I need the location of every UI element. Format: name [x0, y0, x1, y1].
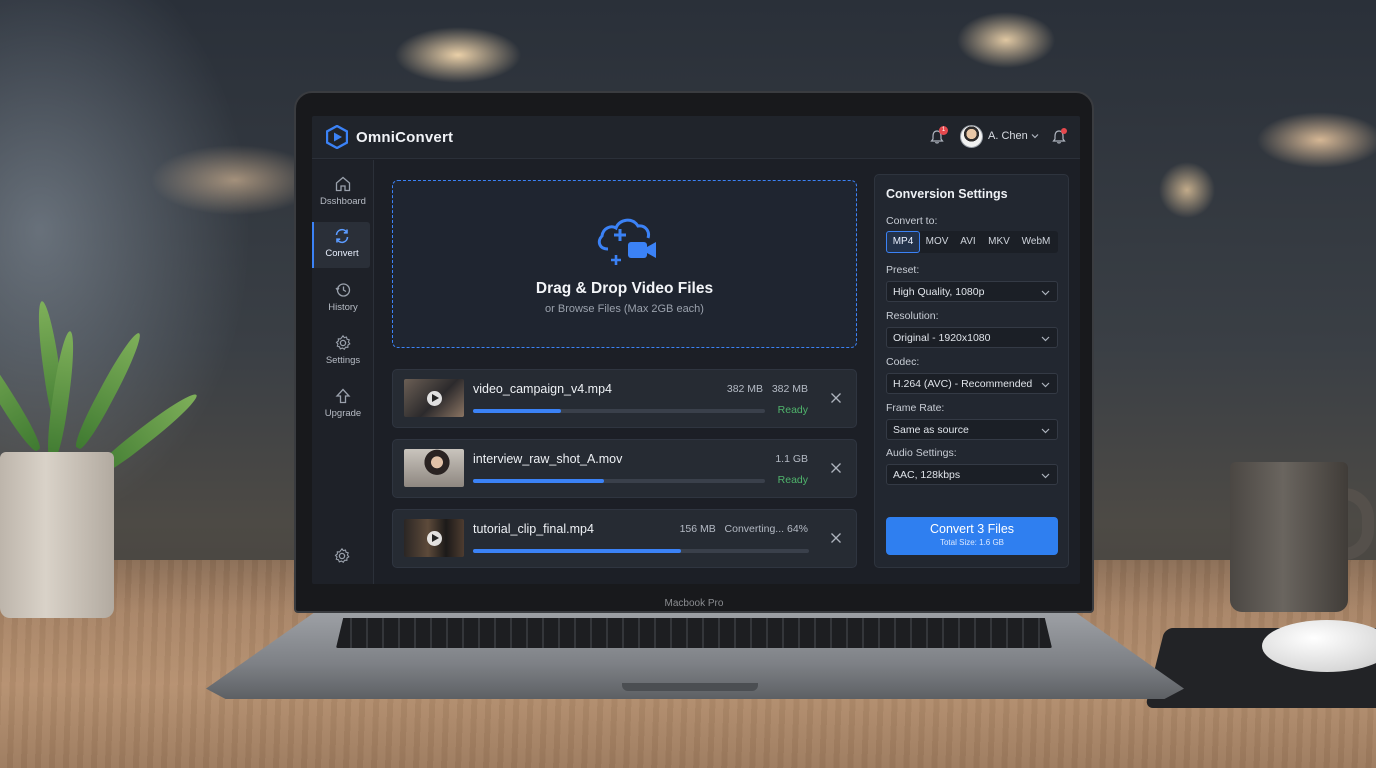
video-thumbnail — [404, 519, 464, 557]
chevron-down-icon[interactable] — [1031, 132, 1039, 140]
file-row: interview_raw_shot_A.mov 1.1 GB Ready — [392, 439, 857, 498]
frame-rate-select[interactable]: Same as source — [886, 419, 1058, 440]
home-icon — [335, 176, 351, 192]
convert-button-label: Convert 3 Files — [929, 522, 1015, 536]
laptop-keyboard — [336, 618, 1052, 648]
file-size: 382 MB 382 MB — [726, 383, 808, 395]
dropzone-title: Drag & Drop Video Files — [535, 280, 714, 297]
format-option-mp4[interactable]: MP4 — [886, 231, 920, 253]
format-option-mov[interactable]: MOV — [922, 231, 952, 253]
sidebar-item-dashboard[interactable]: Dsshboard — [312, 170, 374, 216]
progress-bar — [473, 409, 765, 413]
chevron-down-icon — [1041, 336, 1050, 342]
audio-select[interactable]: AAC, 128kbps — [886, 464, 1058, 485]
format-option-webm[interactable]: WebM — [1017, 231, 1055, 253]
video-thumbnail — [404, 379, 464, 417]
settings-gear-icon[interactable] — [333, 547, 351, 565]
file-size-and-status: 156 MB Converting... 64% — [679, 523, 808, 535]
codec-label: Codec: — [886, 356, 920, 368]
audio-settings-label: Audio Settings: — [886, 447, 957, 459]
sidebar-item-label: History — [328, 302, 358, 313]
convert-to-label: Convert to: — [886, 215, 938, 227]
plant-pot — [0, 452, 114, 618]
arrow-up-icon — [335, 388, 351, 404]
sidebar-item-upgrade[interactable]: Upgrade — [312, 382, 374, 428]
progress-bar — [473, 479, 765, 483]
file-name: tutorial_clip_final.mp4 — [473, 522, 594, 536]
history-icon — [335, 283, 351, 297]
sidebar-item-label: Dsshboard — [320, 196, 366, 207]
refresh-icon — [335, 228, 349, 244]
gear-icon — [335, 334, 351, 350]
preset-value: High Quality, 1080p — [893, 286, 985, 298]
device-label: Macbook Pro — [664, 598, 724, 609]
logo-icon — [326, 125, 348, 149]
file-row: video_campaign_v4.mp4 382 MB 382 MB Read… — [392, 369, 857, 428]
total-size-label: Total Size: 1.6 GB — [939, 538, 1005, 547]
notification-badge: 1 — [939, 126, 948, 135]
coffee-mug — [1230, 462, 1348, 612]
close-icon[interactable] — [830, 532, 842, 544]
convert-files-button[interactable]: Convert 3 Files Total Size: 1.6 GB — [886, 517, 1058, 555]
chevron-down-icon — [1041, 382, 1050, 388]
laptop-notch — [622, 683, 758, 691]
preset-select[interactable]: High Quality, 1080p — [886, 281, 1058, 302]
app-window: OmniConvert 1 A. Chen Dsshboard Convert … — [312, 116, 1080, 584]
video-thumbnail — [404, 449, 464, 487]
progress-bar — [473, 549, 809, 553]
file-size: 1.1 GB — [775, 453, 808, 465]
audio-value: AAC, 128kbps — [893, 469, 961, 481]
file-dropzone[interactable]: Drag & Drop Video Files or Browse Files … — [392, 180, 857, 348]
format-option-mkv[interactable]: MKV — [984, 231, 1014, 253]
frame-rate-label: Frame Rate: — [886, 402, 945, 414]
app-title: OmniConvert — [356, 129, 454, 146]
file-name: video_campaign_v4.mp4 — [473, 382, 612, 396]
sidebar-item-label: Settings — [325, 355, 361, 366]
chevron-down-icon — [1041, 428, 1050, 434]
close-icon[interactable] — [830, 462, 842, 474]
avatar[interactable] — [960, 125, 983, 148]
browse-files-link[interactable]: or Browse Files (Max 2GB each) — [393, 303, 856, 315]
sidebar: Dsshboard Convert History Settings Upgra… — [312, 160, 374, 584]
codec-select[interactable]: H.264 (AVC) - Recommended — [886, 373, 1058, 394]
top-bar: OmniConvert 1 A. Chen — [312, 116, 1080, 159]
panel-title: Conversion Settings — [886, 187, 1008, 201]
resolution-value: Original - 1920x1080 — [893, 332, 991, 344]
user-name[interactable]: A. Chen — [988, 130, 1028, 142]
resolution-select[interactable]: Original - 1920x1080 — [886, 327, 1058, 348]
frame-rate-value: Same as source — [893, 424, 969, 436]
sidebar-item-convert[interactable]: Convert — [312, 222, 370, 268]
sidebar-item-label: Convert — [325, 248, 359, 259]
sidebar-item-label: Upgrade — [324, 408, 362, 419]
cloud-video-upload-icon — [597, 218, 656, 265]
resolution-label: Resolution: — [886, 310, 939, 322]
file-row: tutorial_clip_final.mp4 156 MB Convertin… — [392, 509, 857, 568]
file-status: Ready — [777, 404, 808, 416]
chevron-down-icon — [1041, 473, 1050, 479]
chevron-down-icon — [1041, 290, 1050, 296]
close-icon[interactable] — [830, 392, 842, 404]
file-name: interview_raw_shot_A.mov — [473, 452, 623, 466]
sidebar-item-history[interactable]: History — [312, 276, 374, 322]
format-option-avi[interactable]: AVI — [954, 231, 982, 253]
conversion-settings-panel: Conversion Settings Convert to: MP4 MOV … — [874, 174, 1069, 568]
play-icon[interactable] — [427, 531, 442, 546]
file-status: Ready — [777, 474, 808, 486]
preset-label: Preset: — [886, 264, 920, 276]
format-selector: MP4 MOV AVI MKV WebM — [886, 231, 1058, 253]
codec-value: H.264 (AVC) - Recommended — [893, 378, 1033, 390]
play-icon[interactable] — [427, 391, 442, 406]
sidebar-item-settings[interactable]: Settings — [312, 329, 374, 375]
alert-dot — [1061, 128, 1067, 134]
